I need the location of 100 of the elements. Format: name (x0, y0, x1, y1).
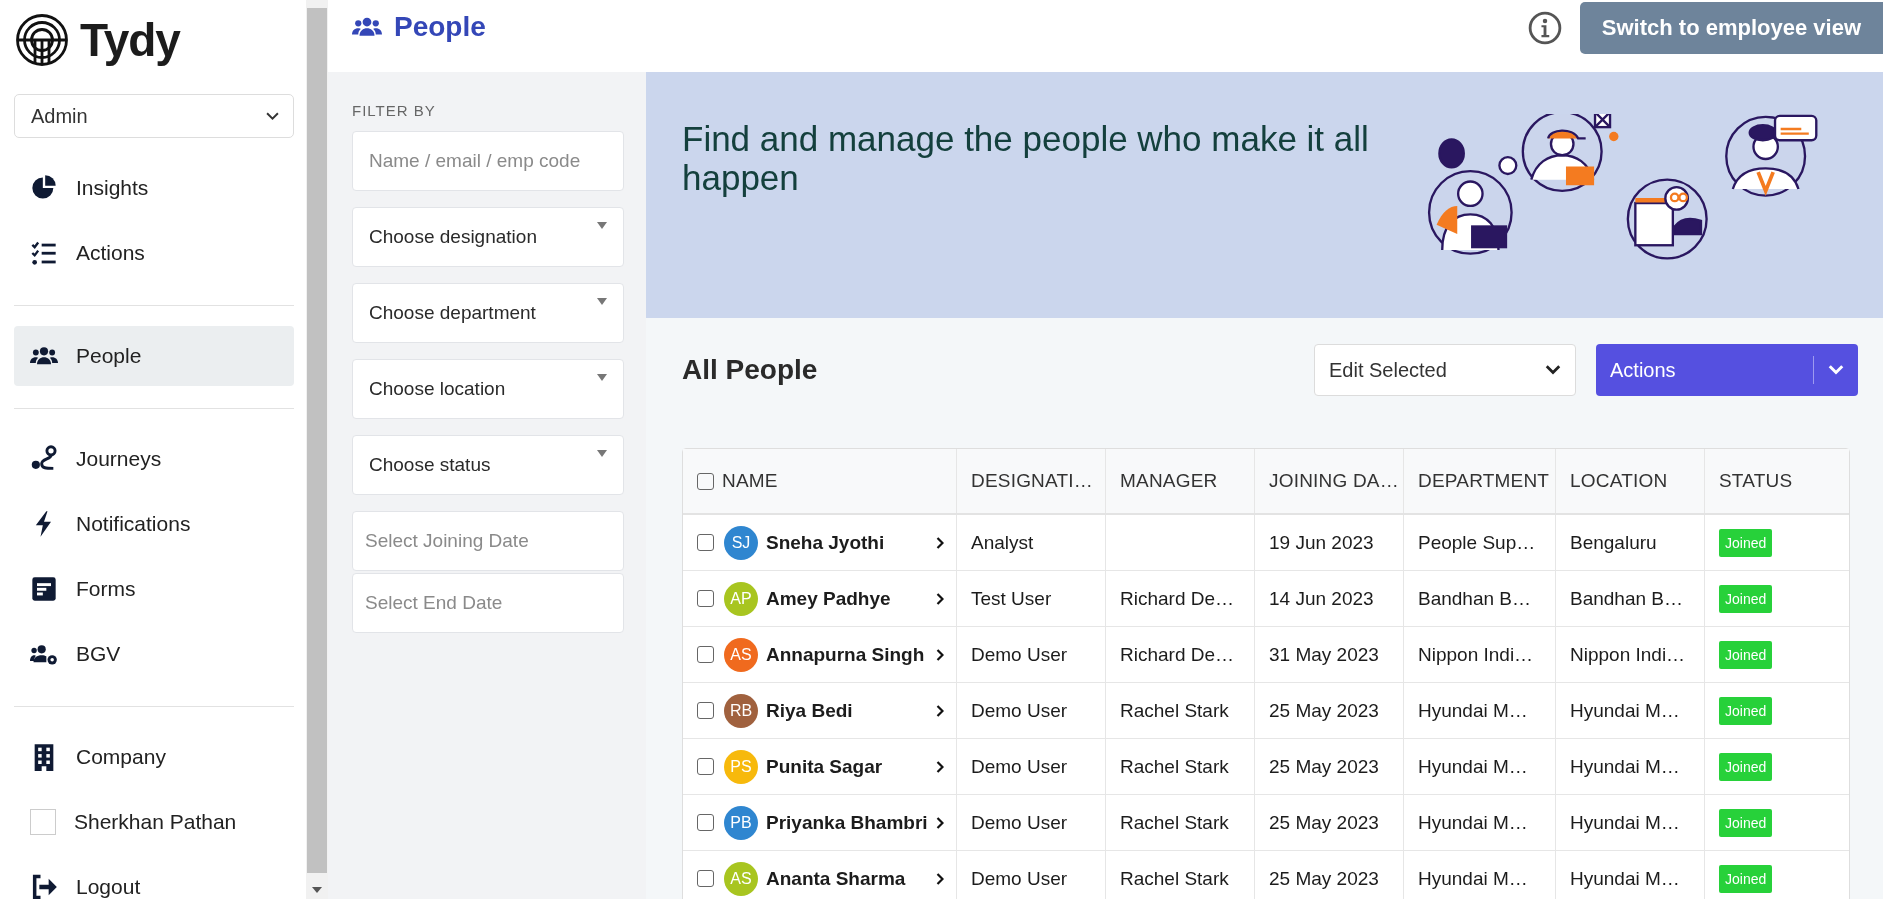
chevron-right-icon[interactable] (936, 648, 944, 661)
switch-view-button[interactable]: Switch to employee view (1579, 2, 1883, 54)
dropdown[interactable]: Choose designation (352, 207, 624, 267)
table-cell: 25 May 2023 (1269, 699, 1379, 722)
table-cell: Demo User (971, 811, 1068, 834)
person-name-link[interactable]: Sneha Jyothi (766, 531, 928, 554)
table-cell: Demo User (971, 643, 1068, 666)
section-heading: All People (682, 354, 818, 386)
page-title: People (394, 11, 486, 43)
filter-heading: FILTER BY (352, 102, 437, 119)
table-cell: 14 Jun 2023 (1269, 587, 1374, 610)
table-cell: Bandhan B… (1418, 587, 1532, 610)
caret-icon (597, 298, 607, 305)
caret-icon (597, 450, 607, 457)
checkbox[interactable] (697, 534, 714, 551)
chevron-down-icon (266, 111, 279, 121)
status-badge: Joined (1719, 528, 1773, 557)
checkbox[interactable] (697, 870, 714, 887)
avatar: PB (724, 805, 758, 840)
column-header[interactable]: NAME (722, 470, 778, 492)
person-name-link[interactable]: Riya Bedi (766, 699, 928, 722)
status-badge: Joined (1719, 584, 1773, 613)
banner-text: Find and manage the people who make it all happen (682, 120, 1370, 199)
scrollbar[interactable] (306, 0, 328, 899)
table-cell: Bandhan B… (1570, 587, 1684, 610)
table-cell: Demo User (971, 699, 1068, 722)
table-cell: Nippon Indi… (1418, 643, 1534, 666)
edit-selected-dropdown[interactable]: Edit Selected (1314, 344, 1576, 396)
table-cell: 25 May 2023 (1269, 867, 1379, 890)
table-cell: Hyundai M… (1570, 755, 1680, 778)
caret-icon (597, 222, 607, 229)
column-header[interactable]: STATUS (1705, 449, 1849, 513)
status-badge: Joined (1719, 752, 1773, 781)
chevron-right-icon[interactable] (936, 592, 944, 605)
table-cell: 25 May 2023 (1269, 811, 1379, 834)
table-cell: Hyundai M… (1418, 699, 1528, 722)
avatar: SJ (724, 525, 758, 560)
person-name-link[interactable]: Amey Padhye (766, 587, 928, 610)
avatar: PS (724, 749, 758, 784)
table-cell: Rachel Stark (1120, 867, 1229, 890)
avatar: AS (724, 861, 758, 896)
nav-item[interactable]: People (14, 326, 294, 386)
dropdown[interactable]: Choose location (352, 359, 624, 419)
route-icon (30, 445, 58, 473)
nav-item[interactable]: Journeys (14, 429, 294, 489)
table-cell: Rachel Stark (1120, 755, 1229, 778)
logout-icon (30, 873, 58, 899)
table-cell: Richard De… (1120, 587, 1235, 610)
dropdown[interactable]: Choose department (352, 283, 624, 343)
status-badge: Joined (1719, 864, 1773, 893)
table-cell: Rachel Stark (1120, 699, 1229, 722)
nav-item[interactable]: Insights (14, 158, 294, 218)
column-header[interactable]: DESIGNATI… (957, 449, 1106, 513)
status-badge: Joined (1719, 640, 1773, 669)
column-header[interactable]: MANAGER (1106, 449, 1255, 513)
table-cell: Hyundai M… (1570, 867, 1680, 890)
chevron-right-icon[interactable] (936, 872, 944, 885)
dropdown[interactable]: Choose status (352, 435, 624, 495)
chevron-right-icon[interactable] (936, 704, 944, 717)
column-header[interactable]: JOINING DA… (1255, 449, 1404, 513)
person-name-link[interactable]: Annapurna Singh (766, 643, 928, 666)
chevron-right-icon[interactable] (936, 816, 944, 829)
chevron-right-icon[interactable] (936, 536, 944, 549)
checkbox[interactable] (697, 814, 714, 831)
chevron-right-icon[interactable] (936, 760, 944, 773)
checklist-icon (30, 239, 58, 267)
role-select[interactable]: Admin (14, 94, 294, 138)
table-cell: Hyundai M… (1418, 755, 1528, 778)
status-badge: Joined (1719, 808, 1773, 837)
table-cell: Hyundai M… (1418, 867, 1528, 890)
checkbox[interactable] (697, 590, 714, 607)
table-cell: Rachel Stark (1120, 811, 1229, 834)
checkbox[interactable] (697, 472, 714, 490)
table-cell: Demo User (971, 755, 1068, 778)
nav-item[interactable]: BGV (14, 624, 294, 684)
info-icon[interactable] (1527, 11, 1562, 45)
person-name-link[interactable]: Punita Sagar (766, 755, 928, 778)
nav-item[interactable]: Actions (14, 223, 294, 283)
table-cell: Richard De… (1120, 643, 1235, 666)
scroll-down-arrow-icon[interactable] (312, 887, 322, 893)
table-cell: 31 May 2023 (1269, 643, 1379, 666)
nav-item[interactable]: Logout (14, 857, 294, 899)
logo-icon (14, 12, 70, 68)
nav-item[interactable]: Sherkhan Pathan (14, 792, 294, 852)
column-header[interactable]: DEPARTMENT (1404, 449, 1556, 513)
checkbox[interactable] (697, 758, 714, 775)
column-header[interactable]: LOCATION (1556, 449, 1705, 513)
avatar-placeholder-icon (30, 809, 56, 835)
nav-item[interactable]: Notifications (14, 494, 294, 554)
brand-name: Tydy (80, 13, 180, 67)
nav-item[interactable]: Company (14, 727, 294, 787)
actions-button[interactable]: Actions (1596, 344, 1858, 396)
table-cell: Hyundai M… (1570, 811, 1680, 834)
nav-item[interactable]: Forms (14, 559, 294, 619)
person-name-link[interactable]: Ananta Sharma (766, 867, 928, 890)
checkbox[interactable] (697, 702, 714, 719)
checkbox[interactable] (697, 646, 714, 663)
table-cell: People Sup… (1418, 531, 1536, 554)
table-cell: Hyundai M… (1570, 699, 1680, 722)
person-name-link[interactable]: Priyanka Bhambri (766, 811, 928, 834)
